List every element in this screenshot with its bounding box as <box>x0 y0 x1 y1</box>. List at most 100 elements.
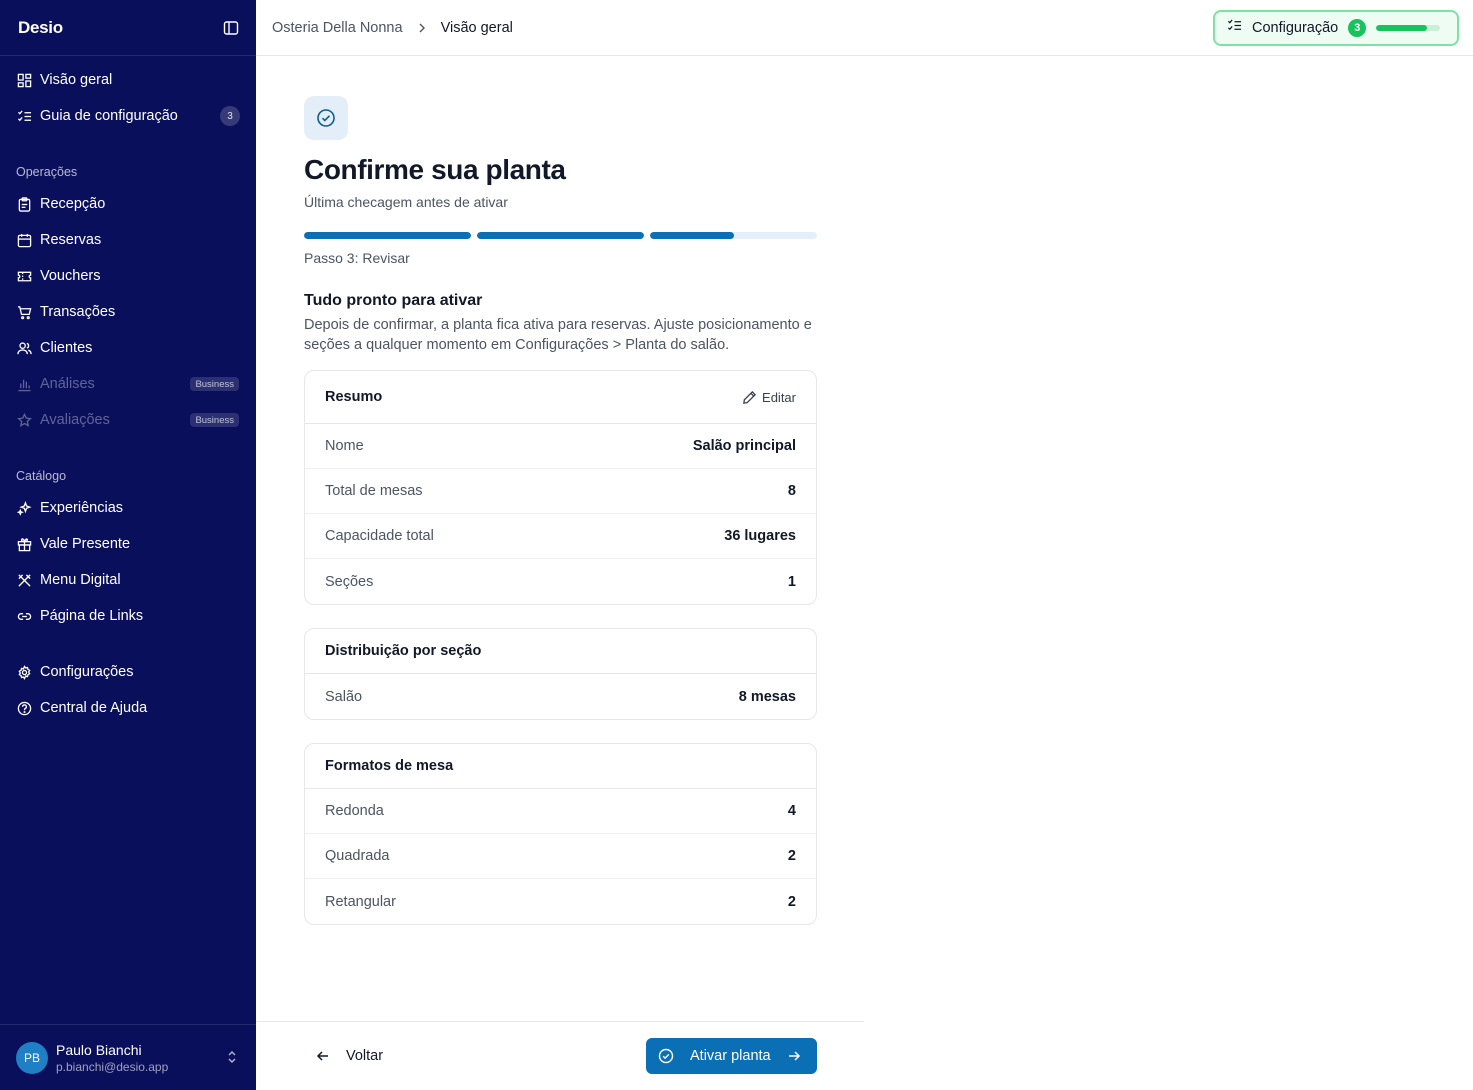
setup-label: Configuração <box>1252 20 1339 36</box>
users-icon <box>16 340 32 356</box>
back-label: Voltar <box>346 1048 384 1064</box>
sidebar-item-label: Menu Digital <box>40 572 121 588</box>
card-title: Formatos de mesa <box>325 758 454 774</box>
sidebar-item-label: Experiências <box>40 500 124 516</box>
row-key: Retangular <box>325 893 396 910</box>
grid-icon <box>16 72 32 88</box>
sidebar-item-label: Configurações <box>40 664 134 680</box>
checklist-icon <box>16 108 32 124</box>
sidebar-item-reservas[interactable]: Reservas <box>8 224 248 256</box>
row-key: Total de mesas <box>325 483 423 499</box>
page-title: Confirme sua planta <box>304 154 566 185</box>
step-segment <box>477 232 644 239</box>
sidebar-item-label: Página de Links <box>40 608 144 624</box>
table-formats-card: Formatos de mesa Redonda 4 Quadrada 2 Reta… <box>304 743 817 925</box>
breadcrumb-current: Visão geral <box>440 19 513 36</box>
row-value: 1 <box>787 573 796 590</box>
sidebar-item-configuracoes[interactable]: Configurações <box>8 656 248 688</box>
row-key: Quadrada <box>325 848 390 864</box>
sidebar-toggle-icon[interactable] <box>222 19 240 37</box>
section-title: Tudo pronto para ativar <box>304 292 483 309</box>
setup-count-badge: 3 <box>1348 19 1367 37</box>
step-segment-fill <box>650 232 734 239</box>
business-badge: Business <box>190 413 239 427</box>
setup-progress-bar <box>1376 25 1441 31</box>
page-subtitle: Última checagem antes de ativar <box>304 194 508 210</box>
sidebar-item-vouchers[interactable]: Vouchers <box>8 260 248 292</box>
sidebar-item-recepcao[interactable]: Recepção <box>8 188 248 220</box>
card-header: Formatos de mesa <box>305 744 816 789</box>
sidebar-item-label: Reservas <box>40 232 102 248</box>
row-key: Nome <box>325 438 364 454</box>
table-row: Nome Salão principal <box>305 424 816 469</box>
user-email: p.bianchi@desio.app <box>56 1059 169 1074</box>
activate-plan-button[interactable]: Ativar planta <box>646 1038 817 1074</box>
distribution-card: Distribuição por seção Salão 8 mesas <box>304 628 817 720</box>
business-badge: Business <box>190 377 239 391</box>
arrow-right-icon <box>788 1051 800 1061</box>
star-icon <box>16 412 32 428</box>
sidebar-item-label: Clientes <box>40 340 93 356</box>
link-icon <box>16 608 32 624</box>
user-menu[interactable]: PB Paulo Bianchi p.bianchi@desio.app <box>0 1024 256 1090</box>
sidebar-item-analises: Análises Business <box>8 368 248 400</box>
user-name: Paulo Bianchi <box>56 1041 142 1058</box>
edit-label: Editar <box>762 389 796 405</box>
checklist-icon <box>1227 18 1242 38</box>
row-value: 4 <box>787 803 796 819</box>
check-circle-icon <box>658 1048 674 1064</box>
table-row: Redonda 4 <box>305 789 816 834</box>
row-key: Seções <box>325 573 374 590</box>
sidebar-item-label: Visão geral <box>40 72 113 88</box>
setup-count-badge: 3 <box>220 106 240 126</box>
step-segment-fill <box>304 232 471 239</box>
sidebar-item-clientes[interactable]: Clientes <box>8 332 248 364</box>
calendar-icon <box>16 232 32 248</box>
edit-button[interactable]: Editar <box>742 390 796 405</box>
row-key: Capacidade total <box>325 528 434 544</box>
footer-divider <box>256 1021 864 1022</box>
table-row: Quadrada 2 <box>305 834 816 879</box>
sidebar-item-label: Vale Presente <box>40 536 131 552</box>
sidebar-item-pagina-links[interactable]: Página de Links <box>8 600 248 632</box>
sidebar-item-visao-geral[interactable]: Visão geral <box>8 64 248 96</box>
sparkles-icon <box>16 500 32 516</box>
sidebar-item-label: Análises <box>40 376 95 392</box>
section-label-catalogo: Catálogo <box>16 469 67 483</box>
sidebar-item-experiencias[interactable]: Experiências <box>8 492 248 524</box>
breadcrumb-restaurant[interactable]: Osteria Della Nonna <box>272 20 403 36</box>
row-value: 8 <box>787 483 796 499</box>
sidebar-item-guia[interactable]: Guia de configuração 3 <box>8 100 248 132</box>
sidebar-item-label: Guia de configuração <box>40 108 178 124</box>
step-segment <box>304 232 471 239</box>
brand-logo[interactable]: Desio <box>18 18 63 38</box>
table-row: Retangular 2 <box>305 879 816 924</box>
gear-icon <box>16 664 32 680</box>
back-button[interactable]: Voltar <box>310 1040 383 1072</box>
sidebar: Desio Visão geral Guia de configuração 3… <box>0 0 256 1090</box>
help-circle-icon <box>16 700 32 716</box>
sidebar-item-central-ajuda[interactable]: Central de Ajuda <box>8 692 248 724</box>
sidebar-item-vale-presente[interactable]: Vale Presente <box>8 528 248 560</box>
table-row: Salão 8 mesas <box>305 674 816 719</box>
sidebar-item-label: Central de Ajuda <box>40 700 148 716</box>
card-title: Distribuição por seção <box>325 643 482 659</box>
ticket-icon <box>16 268 32 284</box>
sidebar-item-label: Recepção <box>40 196 106 212</box>
sidebar-item-menu-digital[interactable]: Menu Digital <box>8 564 248 596</box>
sidebar-header: Desio <box>0 0 256 56</box>
table-row: Total de mesas 8 <box>305 469 816 514</box>
setup-progress-button[interactable]: Configuração 3 <box>1213 10 1459 46</box>
sidebar-item-label: Transações <box>40 304 116 320</box>
card-header: Distribuição por seção <box>305 629 816 674</box>
check-circle-icon <box>304 96 348 140</box>
utensils-icon <box>16 572 32 588</box>
row-value: 2 <box>787 848 796 864</box>
gift-icon <box>16 536 32 552</box>
chevrons-up-down-icon <box>226 1049 238 1070</box>
sidebar-item-transacoes[interactable]: Transações <box>8 296 248 328</box>
table-row: Capacidade total 36 lugares <box>305 514 816 559</box>
row-key: Salão <box>325 688 363 705</box>
row-value: 2 <box>787 893 796 910</box>
clipboard-icon <box>16 196 32 212</box>
